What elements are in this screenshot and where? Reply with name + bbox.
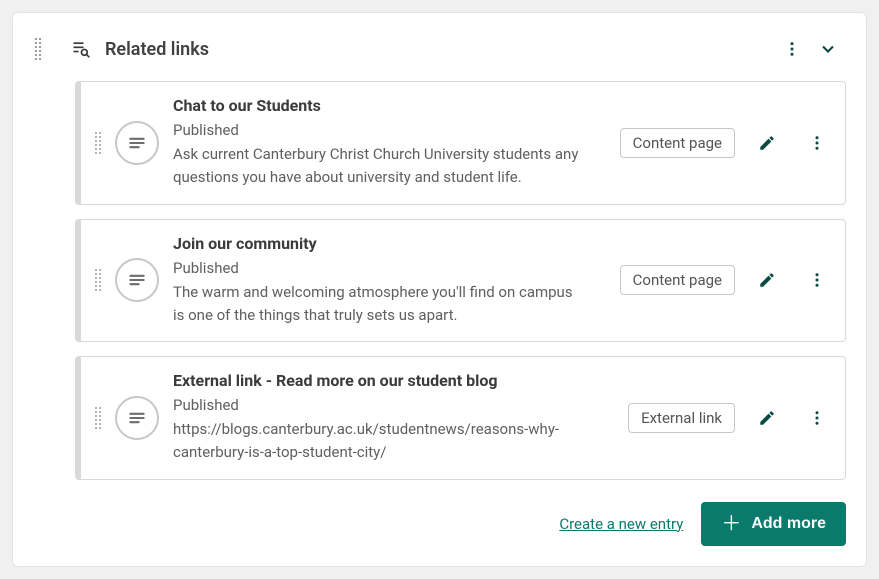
panel-header: Related links xyxy=(33,27,846,81)
entry-status: Published xyxy=(173,121,598,139)
entry-row: Join our community Published The warm an… xyxy=(75,219,846,343)
panel-collapse-button[interactable] xyxy=(810,31,846,67)
entry-more-button[interactable] xyxy=(799,125,835,161)
content-type-icon xyxy=(115,258,159,302)
entry-status: Published xyxy=(173,396,606,414)
plus-icon: ＋ xyxy=(721,514,741,534)
pencil-icon xyxy=(758,409,776,427)
list-search-icon xyxy=(71,39,91,59)
add-more-label: Add more xyxy=(751,515,826,533)
entry-drag-handle[interactable] xyxy=(95,407,101,429)
edit-button[interactable] xyxy=(749,125,785,161)
entry-more-button[interactable] xyxy=(799,400,835,436)
pencil-icon xyxy=(758,271,776,289)
entry-description: The warm and welcoming atmosphere you'll… xyxy=(173,281,583,328)
pencil-icon xyxy=(758,134,776,152)
panel-drag-handle[interactable] xyxy=(33,38,43,60)
panel-title: Related links xyxy=(105,39,774,60)
kebab-icon xyxy=(783,40,801,58)
panel-footer: Create a new entry ＋ Add more xyxy=(33,502,846,546)
entry-title: Join our community xyxy=(173,234,598,253)
chevron-down-icon xyxy=(818,39,838,59)
entry-body: Chat to our Students Published Ask curre… xyxy=(173,96,606,190)
kebab-icon xyxy=(808,409,826,427)
content-type-icon xyxy=(115,121,159,165)
entry-description: Ask current Canterbury Christ Church Uni… xyxy=(173,143,583,190)
entry-body: External link - Read more on our student… xyxy=(173,371,614,465)
related-links-panel: Related links Chat to our xyxy=(12,12,867,567)
entry-type-badge: External link xyxy=(628,403,735,433)
entry-type-badge: Content page xyxy=(620,128,735,158)
entry-title: External link - Read more on our student… xyxy=(173,371,606,390)
entries-list: Chat to our Students Published Ask curre… xyxy=(75,81,846,480)
entry-row: External link - Read more on our student… xyxy=(75,356,846,480)
entry-drag-handle[interactable] xyxy=(95,269,101,291)
content-type-icon xyxy=(115,396,159,440)
kebab-icon xyxy=(808,134,826,152)
entry-type-badge: Content page xyxy=(620,265,735,295)
entry-body: Join our community Published The warm an… xyxy=(173,234,606,328)
edit-button[interactable] xyxy=(749,262,785,298)
entry-description: https://blogs.canterbury.ac.uk/studentne… xyxy=(173,418,583,465)
entry-drag-handle[interactable] xyxy=(95,132,101,154)
entry-row: Chat to our Students Published Ask curre… xyxy=(75,81,846,205)
create-entry-link[interactable]: Create a new entry xyxy=(559,515,683,533)
entry-status: Published xyxy=(173,259,598,277)
entry-title: Chat to our Students xyxy=(173,96,598,115)
kebab-icon xyxy=(808,271,826,289)
entry-more-button[interactable] xyxy=(799,262,835,298)
panel-more-button[interactable] xyxy=(774,31,810,67)
add-more-button[interactable]: ＋ Add more xyxy=(701,502,846,546)
edit-button[interactable] xyxy=(749,400,785,436)
